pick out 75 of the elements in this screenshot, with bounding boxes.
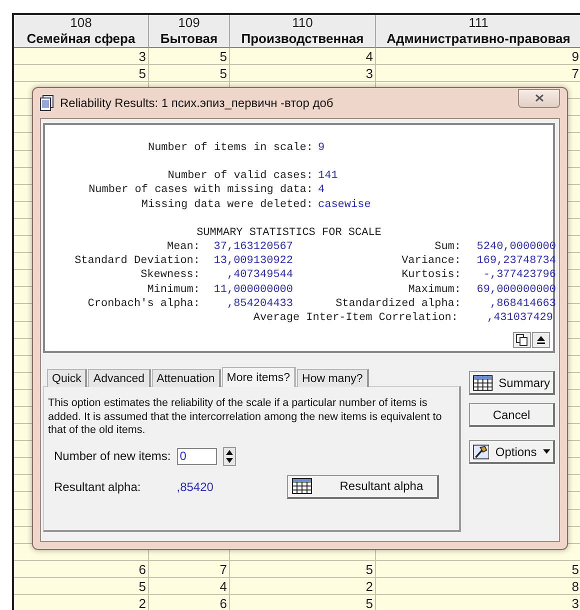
cancel-button[interactable]: Cancel (469, 403, 555, 427)
tab[interactable]: Attenuation (152, 369, 221, 387)
up-arrow-icon (537, 336, 545, 344)
table-icon (473, 374, 493, 390)
table-cell: 4 (149, 578, 230, 595)
summary-button[interactable]: Summary (469, 371, 555, 395)
stat-value: 13,009130922 (212, 254, 293, 268)
table-cell: 6 (14, 560, 149, 578)
stat-label: Number of cases with missing data: (88, 183, 313, 198)
caret-icon (542, 449, 550, 454)
column-header[interactable]: 111 Административно-правовая (376, 15, 580, 48)
table-icon (292, 478, 312, 494)
copy-icon (516, 334, 528, 346)
stat-value: 4 (318, 183, 326, 198)
table-cell: 5 (149, 48, 230, 66)
field-label: Number of new items: (54, 449, 171, 463)
field-label: Resultant alpha: (54, 480, 141, 494)
window-title: Reliability Results: 1 псих.эпиз_первичн -втор доб (60, 96, 334, 110)
spinner-button[interactable] (222, 446, 236, 466)
description-text: This option estimates the reliability of the scale if a particular number of items is added. It is assumed that the intercorrelation among the new items is equivalent to that of the old items. (48, 397, 443, 438)
tab[interactable]: Advanced (88, 369, 151, 387)
stat-label: Sum: (434, 240, 461, 254)
stat-value: ,854204433 (226, 296, 293, 312)
stat-label: Mean: (166, 240, 200, 254)
stat-label: Cronbach's alpha: (86, 296, 200, 312)
table-cell: 3 (230, 65, 376, 82)
document-icon (40, 95, 54, 111)
stat-label: Number of valid cases: (166, 169, 313, 184)
table-cell: 5 (230, 560, 376, 578)
stat-label: Standard Deviation: (74, 254, 200, 268)
table-cell: 5 (14, 578, 149, 595)
stat-value: ,431037429 (486, 311, 553, 326)
column-header[interactable]: 110 Производственная (230, 15, 376, 48)
stat-value: ,868414663 (488, 296, 556, 312)
stat-value: -,377423796 (482, 268, 556, 283)
stat-value: casewise (318, 198, 372, 212)
stat-value: ,407349544 (226, 268, 293, 283)
stat-label: Standardized alpha: (334, 296, 461, 312)
stat-label: Minimum: (146, 282, 200, 297)
tab[interactable]: More items? (222, 367, 296, 387)
hammer-icon (473, 444, 490, 460)
summary-heading: SUMMARY STATISTICS FOR SCALE (196, 226, 382, 240)
stat-value: 5240,0000000 (476, 240, 556, 254)
close-icon (534, 94, 544, 102)
stat-value: 69,000000000 (476, 282, 556, 297)
stat-label: Variance: (400, 254, 461, 268)
stat-value: 141 (318, 169, 339, 184)
stat-value: 37,163120567 (212, 240, 293, 254)
stat-value: 169,23748734 (476, 254, 556, 268)
stat-label: Skewness: (140, 268, 200, 283)
table-cell: 7 (149, 560, 230, 578)
spinner-arrows-icon (224, 448, 234, 464)
table-cell: 5 (14, 65, 149, 82)
table-cell: 3 (14, 48, 149, 66)
collapse-button[interactable] (532, 332, 550, 348)
stat-label: Missing data were deleted: (140, 198, 313, 212)
options-button[interactable]: Options (469, 440, 555, 464)
copy-button[interactable] (513, 332, 531, 348)
stat-value: 11,000000000 (212, 282, 293, 297)
tab[interactable]: How many? (297, 369, 369, 387)
tab[interactable]: Quick (47, 369, 88, 387)
stat-label: Number of items in scale: (146, 141, 313, 156)
resultant-alpha-button[interactable]: Resultant alpha (286, 474, 439, 498)
column-header[interactable]: 109 Бытовая (149, 15, 230, 48)
stat-label: Maximum: (407, 282, 461, 297)
stat-value: 9 (318, 141, 326, 156)
stat-label: Kurtosis: (400, 268, 461, 283)
table-cell: 2 (230, 578, 376, 595)
column-header[interactable]: 108 Семейная сфера (14, 15, 149, 48)
stat-label: Average Inter-Item Correlation: (252, 311, 458, 326)
result-value: ,85420 (176, 480, 214, 494)
table-cell: 5 (149, 65, 230, 82)
table-cell: 4 (230, 48, 376, 66)
close-button[interactable] (518, 88, 560, 108)
input-field[interactable]: 0 (176, 448, 217, 464)
